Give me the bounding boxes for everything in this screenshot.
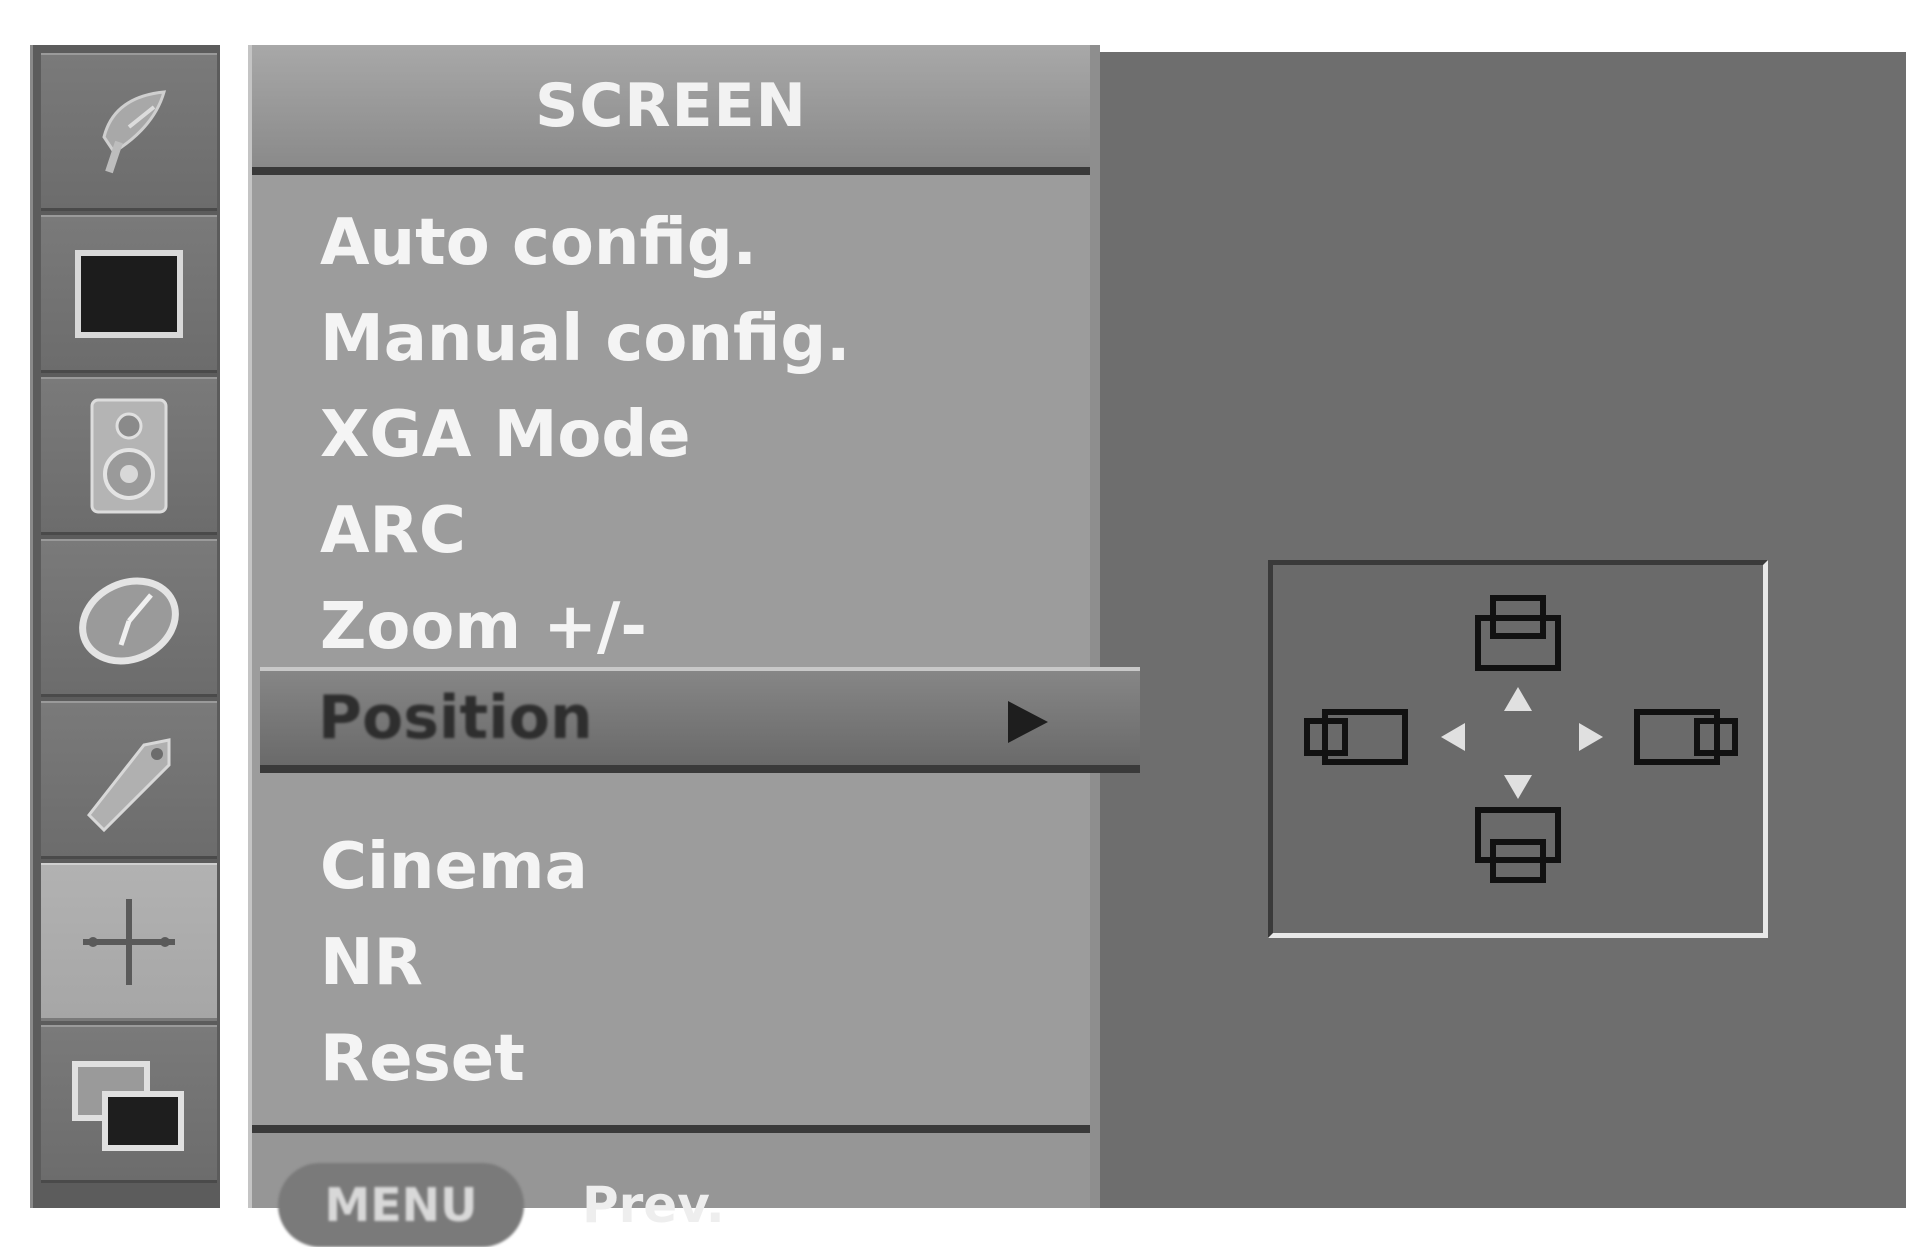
menu-item-cinema[interactable]: Cinema (320, 819, 588, 915)
menu-header: SCREEN (252, 45, 1090, 175)
prev-label: Prev. (582, 1176, 725, 1234)
menu-title: SCREEN (535, 71, 807, 141)
arrow-right-icon (1579, 723, 1603, 751)
picture-icon (75, 250, 183, 338)
menu-item-manual-config[interactable]: Manual config. (320, 291, 850, 387)
sidebar-item-picture[interactable] (41, 215, 217, 373)
sidebar-item-pip[interactable] (41, 1025, 217, 1183)
menu-item-arc[interactable]: ARC (320, 483, 466, 579)
menu-key-button[interactable]: MENU (278, 1163, 524, 1247)
sidebar-item-special[interactable] (41, 701, 217, 859)
move-right-icon[interactable] (1631, 707, 1739, 767)
menu-item-reset[interactable]: Reset (320, 1011, 525, 1107)
sidebar-item-time[interactable] (41, 539, 217, 697)
tag-icon (86, 738, 171, 833)
move-up-icon[interactable] (1473, 593, 1563, 673)
menu-item-auto-config[interactable]: Auto config. (320, 195, 757, 291)
menu-item-xga-mode[interactable]: XGA Mode (320, 387, 691, 483)
arrow-left-icon (1441, 723, 1465, 751)
menu-footer: MENU Prev. (252, 1125, 1090, 1247)
clock-icon (79, 577, 179, 665)
menu-item-zoom[interactable]: Zoom +/- (320, 579, 647, 675)
speaker-icon (90, 398, 168, 514)
screen-move-icon (83, 899, 175, 985)
move-down-icon[interactable] (1473, 805, 1563, 885)
menu-item-position[interactable]: Position (260, 667, 1140, 773)
submenu-arrow-icon (1008, 701, 1048, 743)
sidebar-item-screen[interactable] (41, 863, 217, 1021)
position-panel (1268, 560, 1768, 938)
screen-menu: SCREEN Auto config. Manual config. XGA M… (248, 45, 1100, 1247)
arrow-up-icon (1504, 687, 1532, 711)
sidebar-item-sound[interactable] (41, 377, 217, 535)
arrow-down-icon (1504, 775, 1532, 799)
menu-item-position-label: Position (318, 683, 593, 753)
submenu-area (1100, 52, 1906, 1208)
pip-icon (72, 1061, 184, 1151)
sidebar-item-station[interactable] (41, 53, 217, 211)
move-left-icon[interactable] (1303, 707, 1411, 767)
category-sidebar (30, 45, 220, 1208)
satellite-dish-icon (102, 90, 167, 174)
menu-item-nr[interactable]: NR (320, 915, 423, 1011)
